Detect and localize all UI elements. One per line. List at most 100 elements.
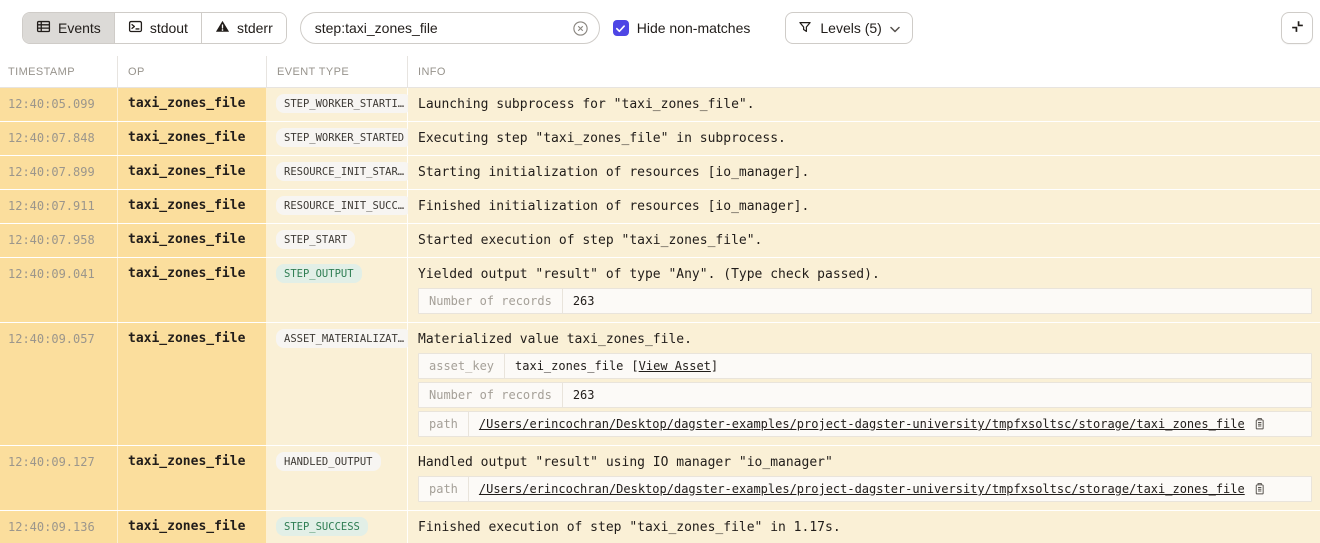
metadata-label: path xyxy=(419,412,469,436)
tab-events-label: Events xyxy=(58,20,101,36)
table-row[interactable]: 12:40:09.041taxi_zones_file STEP_OUTPUT Yi… xyxy=(0,258,1320,323)
event-type-badge: STEP_START xyxy=(276,230,355,249)
event-message: Executing step "taxi_zones_file" in subp… xyxy=(418,130,1312,147)
metadata-value: /Users/erincochran/Desktop/dagster-examp… xyxy=(469,477,1311,501)
event-message: Handled output "result" using IO manager… xyxy=(418,454,1312,471)
event-message: Finished execution of step "taxi_zones_f… xyxy=(418,519,1312,536)
view-asset-link[interactable]: View Asset xyxy=(639,359,711,373)
event-type-badge: STEP_WORKER_STARTI… xyxy=(276,94,412,113)
event-type-badge: STEP_WORKER_STARTED xyxy=(276,128,412,147)
timestamp-cell: 12:40:09.127 xyxy=(0,446,118,510)
copy-icon[interactable] xyxy=(1253,417,1266,431)
clear-search-icon[interactable] xyxy=(572,20,589,37)
event-message: Launching subprocess for "taxi_zones_fil… xyxy=(418,96,1312,113)
op-cell: taxi_zones_file xyxy=(118,122,267,155)
event-type-cell: STEP_WORKER_STARTI… xyxy=(267,88,408,121)
filter-icon xyxy=(798,20,812,37)
event-message: Starting initialization of resources [io… xyxy=(418,164,1312,181)
hide-non-matches-toggle[interactable]: Hide non-matches xyxy=(613,20,751,36)
bracket-open: [ xyxy=(631,359,638,373)
checkbox-checked-icon[interactable] xyxy=(613,20,629,36)
copy-icon[interactable] xyxy=(1253,482,1266,496)
info-cell: Launching subprocess for "taxi_zones_fil… xyxy=(408,88,1320,121)
metadata-label: Number of records xyxy=(419,289,563,313)
chevron-down-icon xyxy=(890,20,900,36)
timestamp-cell: 12:40:07.911 xyxy=(0,190,118,223)
path-link[interactable]: /Users/erincochran/Desktop/dagster-examp… xyxy=(479,417,1245,431)
search-input[interactable] xyxy=(315,20,572,36)
event-message: Materialized value taxi_zones_file. xyxy=(418,331,1312,348)
info-cell: Finished initialization of resources [io… xyxy=(408,190,1320,223)
tab-stdout-label: stdout xyxy=(150,20,188,36)
metadata-entry: path/Users/erincochran/Desktop/dagster-e… xyxy=(418,411,1312,437)
op-cell: taxi_zones_file xyxy=(118,323,267,445)
table-row[interactable]: 12:40:05.099taxi_zones_fileSTEP_WORKER_S… xyxy=(0,88,1320,122)
metadata-value: 263 xyxy=(563,383,1311,407)
metadata-entry: Number of records263 xyxy=(418,382,1312,408)
table-row[interactable]: 12:40:07.899taxi_zones_fileRESOURCE_INIT… xyxy=(0,156,1320,190)
metadata-label: path xyxy=(419,477,469,501)
log-toolbar: Events stdout stderr xyxy=(0,0,1320,56)
levels-filter-label: Levels (5) xyxy=(820,20,881,36)
levels-filter-button[interactable]: Levels (5) xyxy=(785,12,912,44)
metadata-label: asset_key xyxy=(419,354,505,378)
op-cell: taxi_zones_file xyxy=(118,156,267,189)
table-row[interactable]: 12:40:09.127taxi_zones_fileHANDLED_OUTPU… xyxy=(0,446,1320,511)
table-icon xyxy=(36,19,51,37)
op-cell: taxi_zones_file xyxy=(118,88,267,121)
event-type-cell: STEP_WORKER_STARTED xyxy=(267,122,408,155)
event-type-cell: RESOURCE_INIT_SUCC… xyxy=(267,190,408,223)
table-row[interactable]: 12:40:07.911taxi_zones_fileRESOURCE_INIT… xyxy=(0,190,1320,224)
op-cell: taxi_zones_file xyxy=(118,258,267,322)
header-info: INFO xyxy=(408,56,1320,87)
info-cell: Finished execution of step "taxi_zones_f… xyxy=(408,511,1320,543)
metadata-plain-value: 263 xyxy=(573,294,595,308)
log-search-field xyxy=(300,12,600,44)
metadata-entry: asset_keytaxi_zones_file[View Asset] xyxy=(418,353,1312,379)
table-row[interactable]: 12:40:09.136taxi_zones_fileSTEP_SUCCESSF… xyxy=(0,511,1320,543)
event-type-badge: HANDLED_OUTPUT xyxy=(276,452,381,471)
timestamp-cell: 12:40:07.848 xyxy=(0,122,118,155)
metadata-plain-value: taxi_zones_file xyxy=(515,359,623,373)
hide-non-matches-label: Hide non-matches xyxy=(637,20,751,36)
info-cell: Starting initialization of resources [io… xyxy=(408,156,1320,189)
event-type-badge: ASSET_MATERIALIZAT… xyxy=(276,329,412,348)
tab-stdout[interactable]: stdout xyxy=(115,13,202,43)
collapse-panel-button[interactable] xyxy=(1281,12,1313,44)
event-type-cell: STEP_SUCCESS xyxy=(267,511,408,543)
event-type-cell: STEP_START xyxy=(267,224,408,257)
event-type-cell: RESOURCE_INIT_STAR… xyxy=(267,156,408,189)
log-rows: 12:40:05.099taxi_zones_fileSTEP_WORKER_S… xyxy=(0,88,1320,543)
timestamp-cell: 12:40:09.041 xyxy=(0,258,118,322)
log-table-header: TIMESTAMP OP EVENT TYPE INFO xyxy=(0,56,1320,88)
event-type-badge: RESOURCE_INIT_STAR… xyxy=(276,162,412,181)
table-row[interactable]: 12:40:09.057taxi_zones_fileASSET_MATERIA… xyxy=(0,323,1320,446)
event-type-cell: ASSET_MATERIALIZAT… xyxy=(267,323,408,445)
event-message: Finished initialization of resources [io… xyxy=(418,198,1312,215)
event-type-cell: STEP_OUTPUT xyxy=(267,258,408,322)
collapse-icon xyxy=(1289,18,1306,38)
timestamp-cell: 12:40:07.958 xyxy=(0,224,118,257)
op-cell: taxi_zones_file xyxy=(118,190,267,223)
table-row[interactable]: 12:40:07.848taxi_zones_fileSTEP_WORKER_S… xyxy=(0,122,1320,156)
path-link[interactable]: /Users/erincochran/Desktop/dagster-examp… xyxy=(479,482,1245,496)
event-type-badge: STEP_SUCCESS xyxy=(276,517,368,536)
header-event-type: EVENT TYPE xyxy=(267,56,408,87)
event-message: Yielded output "result" of type "Any". (… xyxy=(418,266,1312,283)
timestamp-cell: 12:40:09.057 xyxy=(0,323,118,445)
metadata-plain-value: 263 xyxy=(573,388,595,402)
timestamp-cell: 12:40:05.099 xyxy=(0,88,118,121)
header-op: OP xyxy=(118,56,267,87)
op-cell: taxi_zones_file xyxy=(118,224,267,257)
timestamp-cell: 12:40:09.136 xyxy=(0,511,118,543)
table-row[interactable]: 12:40:07.958taxi_zones_file STEP_START Sta… xyxy=(0,224,1320,258)
info-cell: Yielded output "result" of type "Any". (… xyxy=(408,258,1320,322)
tab-stderr[interactable]: stderr xyxy=(202,13,286,43)
log-view-tabs: Events stdout stderr xyxy=(22,12,287,44)
info-cell: Materialized value taxi_zones_file.asset… xyxy=(408,323,1320,445)
tab-events[interactable]: Events xyxy=(23,13,115,43)
metadata-value: /Users/erincochran/Desktop/dagster-examp… xyxy=(469,412,1311,436)
event-type-badge: STEP_OUTPUT xyxy=(276,264,362,283)
info-cell: Started execution of step "taxi_zones_fi… xyxy=(408,224,1320,257)
header-timestamp: TIMESTAMP xyxy=(0,56,118,87)
